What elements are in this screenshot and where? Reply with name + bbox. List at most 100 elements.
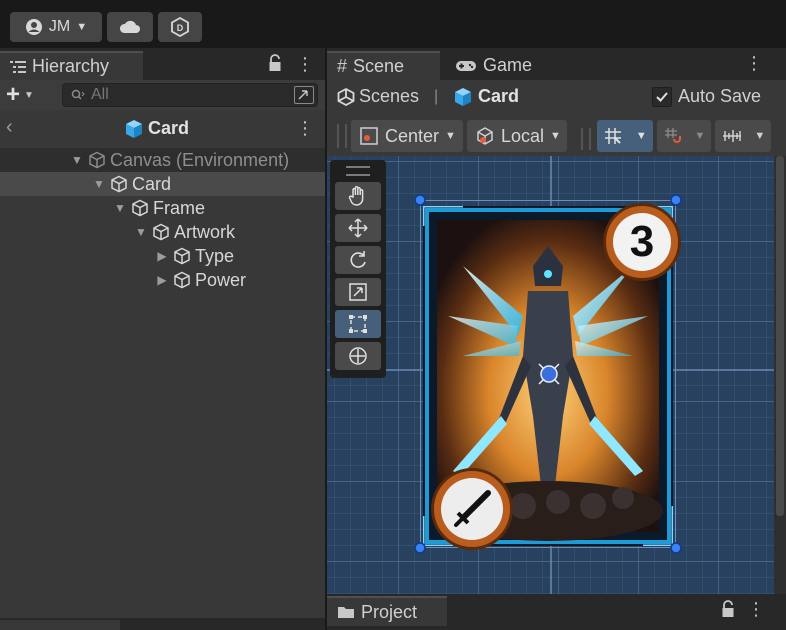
auto-save-label: Auto Save [678,86,762,106]
hierarchy-panel: Hierarchy ⋮ + ▼ All ‹ Card ⋮ ▼ Canvas (E… [0,48,325,630]
prefab-cube-icon [124,119,144,139]
hierarchy-item-label: Card [132,173,172,194]
auto-save-toggle[interactable]: Auto Save [652,86,761,107]
tab-hierarchy-label: Hierarchy [32,56,110,76]
local-space-icon [475,126,495,146]
lock-icon[interactable] [721,600,741,622]
tab-scene-label: Scene [353,56,405,76]
gameobject-cube-icon [131,199,149,217]
prefab-cube-icon [453,87,473,107]
grid-snap-toggle[interactable]: ▼ [597,120,653,152]
chevron-down-icon: ▼ [24,89,34,101]
bottom-panel-tab[interactable] [0,620,120,630]
drag-handle[interactable] [337,124,347,148]
hierarchy-item-power[interactable]: ▶ Power [0,268,325,292]
scene-breadcrumb-bar: Scenes | Card Auto Save [327,80,786,116]
gameobject-cube-icon [152,223,170,241]
tab-scene[interactable]: # Scene [327,51,440,80]
scene-viewport[interactable]: 3 [327,156,774,594]
hierarchy-item-label: Canvas (Environment) [110,149,290,170]
search-placeholder: All [91,86,109,103]
expand-arrow-icon[interactable]: ▼ [92,177,106,191]
folder-icon [337,605,355,619]
handle-bottom-right [670,542,682,554]
tab-project-label: Project [361,601,418,622]
main-toolbar: JM ▼ D [0,0,786,48]
breadcrumb-scenes-label: Scenes [359,86,420,106]
unity-logo-icon [337,87,355,106]
back-chevron-icon[interactable]: ‹ [6,116,13,139]
breadcrumb-separator: | [434,88,439,105]
create-button[interactable]: + ▼ [6,81,48,108]
collab-button[interactable]: D [158,12,202,42]
kebab-menu-icon[interactable]: ⋮ [296,54,314,76]
gameobject-cube-icon [173,271,191,289]
tab-hierarchy[interactable]: Hierarchy [0,51,143,80]
space-label: Local [501,125,545,146]
hierarchy-toolbar: + ▼ All [0,80,325,110]
hierarchy-item-canvas[interactable]: ▼ Canvas (Environment) [0,148,325,172]
chevron-down-icon: ▼ [445,130,456,142]
hierarchy-item-label: Power [195,269,247,290]
checkbox-checked-icon[interactable] [652,86,672,107]
snap-magnet-icon [663,126,683,146]
breadcrumb-card-label: Card [478,86,520,106]
drag-handle[interactable] [581,128,591,150]
tab-game[interactable]: Game [445,51,555,80]
expand-arrow-icon[interactable]: ▼ [70,153,84,167]
search-filter-icon[interactable] [294,86,314,104]
pivot-dropdown[interactable]: Center ▼ [351,120,463,152]
increment-snap-toggle[interactable]: ▼ [657,120,711,152]
kebab-menu-icon[interactable]: ⋮ [747,599,765,620]
scene-panel: # Scene Game ⋮ Scenes | Card Auto Save C… [327,48,786,594]
search-input[interactable]: All [62,83,318,107]
list-icon [10,60,26,73]
tab-project[interactable]: Project [327,596,447,626]
hierarchy-item-frame[interactable]: ▼ Frame [0,196,325,220]
kebab-menu-icon[interactable]: ⋮ [296,118,314,139]
prefab-breadcrumb: ‹ Card ⋮ [0,116,325,142]
handle-bottom-left [414,542,426,554]
ruler-toggle[interactable]: ▼ [715,120,771,152]
expand-arrow-icon[interactable]: ▼ [113,201,127,215]
cloud-button[interactable] [107,12,153,42]
handle-top-left [414,194,426,206]
expand-arrow-icon[interactable]: ▼ [134,225,148,239]
account-dropdown[interactable]: JM ▼ [10,12,102,42]
unity-services-icon: D [171,17,189,37]
hierarchy-item-label: Frame [153,197,206,218]
kebab-menu-icon[interactable]: ⋮ [745,53,763,74]
breadcrumb-scenes[interactable]: Scenes [337,86,419,107]
grid-icon: # [337,56,348,76]
hierarchy-item-type[interactable]: ▶ Type [0,244,325,268]
hierarchy-item-label: Artwork [174,221,236,242]
chevron-down-icon[interactable]: ▼ [636,130,647,142]
collapse-arrow-icon[interactable]: ▶ [155,249,169,263]
ruler-icon [721,127,743,145]
scene-tab-strip: # Scene Game ⋮ [327,48,786,80]
breadcrumb-card[interactable]: Card [453,86,519,107]
handle-top-right [670,194,682,206]
search-icon [71,89,85,101]
tab-game-label: Game [483,55,533,75]
gameobject-cube-icon [88,151,106,169]
account-initials: JM [48,18,71,35]
pivot-center-icon [359,126,379,146]
scrollbar-thumb[interactable] [776,156,784,516]
pivot-label: Center [385,125,440,146]
cloud-icon [119,20,141,34]
chevron-down-icon[interactable]: ▼ [754,130,765,142]
chevron-down-icon: ▼ [550,130,561,142]
plus-icon: + [6,81,21,108]
space-dropdown[interactable]: Local ▼ [467,120,567,152]
breadcrumb-title: Card [148,118,190,138]
gameobject-cube-icon [173,247,191,265]
hierarchy-item-artwork[interactable]: ▼ Artwork [0,220,325,244]
collapse-arrow-icon[interactable]: ▶ [155,273,169,287]
gameobject-cube-icon [110,175,128,193]
scene-scrollbar[interactable] [774,156,786,594]
chevron-down-icon[interactable]: ▼ [694,130,705,142]
lock-icon[interactable] [268,54,288,76]
hierarchy-item-card[interactable]: ▼ Card [0,172,325,196]
hierarchy-tree: ▼ Canvas (Environment) ▼ Card ▼ Frame ▼ [0,148,325,628]
